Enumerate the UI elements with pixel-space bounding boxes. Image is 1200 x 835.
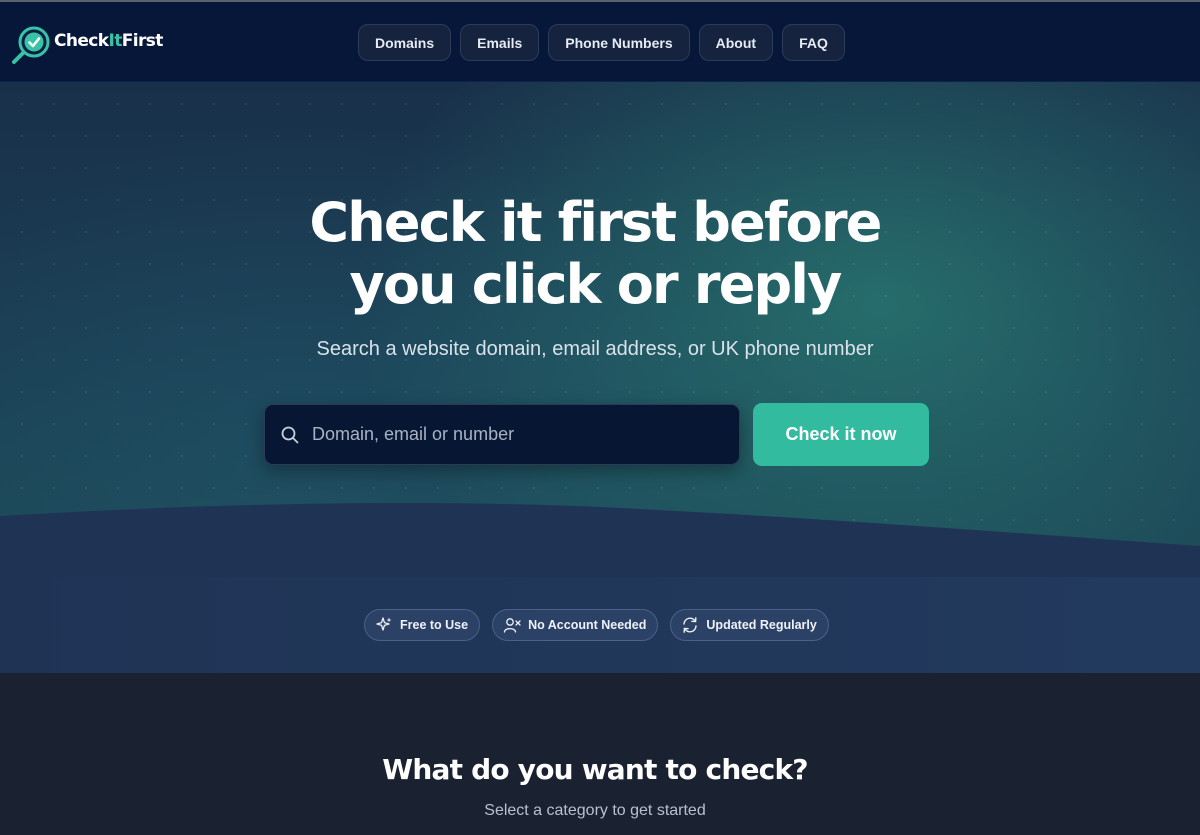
main-nav: Domains Emails Phone Numbers About FAQ xyxy=(358,24,845,61)
magnifier-check-logo-icon xyxy=(10,24,52,66)
hero-subheading: Search a website domain, email address, … xyxy=(316,338,874,360)
check-it-now-button[interactable]: Check it now xyxy=(753,403,929,466)
hero-headline-line-2: you click or reply xyxy=(349,253,842,316)
hero-wave-divider xyxy=(0,502,1200,577)
nav-domains[interactable]: Domains xyxy=(358,24,452,61)
section-subtitle: Select a category to get started xyxy=(484,802,706,819)
category-section: What do you want to check? Select a cate… xyxy=(0,673,1200,835)
badge-updated-regularly: Updated Regularly xyxy=(670,609,829,641)
logo-wordmark: CheckItFirst xyxy=(54,31,163,51)
feature-badges-band: Free to Use No Account Needed Updated Re… xyxy=(0,577,1200,673)
refresh-icon xyxy=(683,617,698,633)
hero-section: Check it first before you click or reply… xyxy=(0,82,1200,577)
site-logo[interactable]: CheckItFirst xyxy=(10,24,163,66)
badge-free-to-use: Free to Use xyxy=(364,609,481,641)
hero-headline: Check it first before you click or reply xyxy=(0,192,1190,316)
search-box[interactable] xyxy=(264,404,740,465)
nav-emails[interactable]: Emails xyxy=(460,24,540,61)
badge-label: Updated Regularly xyxy=(706,618,817,632)
nav-phone-numbers[interactable]: Phone Numbers xyxy=(548,24,690,61)
badge-no-account-needed: No Account Needed xyxy=(492,609,659,641)
badge-label: Free to Use xyxy=(400,618,469,632)
section-title: What do you want to check? xyxy=(382,753,808,786)
search-input[interactable] xyxy=(312,414,712,455)
hero-headline-line-1: Check it first before xyxy=(309,191,882,254)
sparkles-icon xyxy=(376,617,392,631)
nav-faq[interactable]: FAQ xyxy=(782,24,845,61)
user-x-icon xyxy=(503,618,521,633)
badge-label: No Account Needed xyxy=(528,618,647,632)
feature-badges: Free to Use No Account Needed Updated Re… xyxy=(364,609,829,641)
nav-about[interactable]: About xyxy=(698,24,774,61)
site-header: CheckItFirst Domains Emails Phone Number… xyxy=(0,2,1200,82)
search-icon xyxy=(281,426,299,443)
